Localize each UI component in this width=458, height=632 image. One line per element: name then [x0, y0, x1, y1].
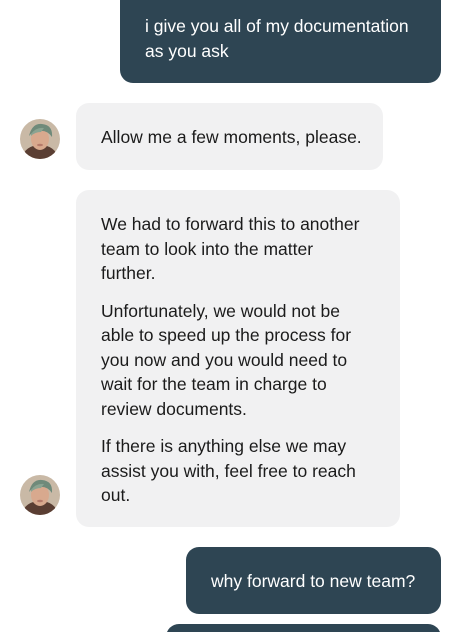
user-message-bubble-partial: [166, 624, 441, 632]
message-text: i give you all of my documentation as yo…: [145, 16, 409, 61]
user-message-bubble: why forward to new team?: [186, 547, 441, 614]
message-text: why forward to new team?: [211, 571, 416, 591]
message-text: Allow me a few moments, please.: [101, 127, 362, 147]
chat-transcript: i give you all of my documentation as yo…: [0, 0, 458, 632]
agent-avatar-icon: [20, 119, 60, 159]
message-paragraph: Unfortunately, we would not be able to s…: [101, 300, 352, 419]
agent-message-bubble: Allow me a few moments, please.: [76, 103, 383, 170]
message-paragraph: If there is anything else we may assist …: [101, 436, 356, 505]
agent-avatar-icon: [20, 475, 60, 515]
agent-avatar: [20, 119, 60, 159]
user-message-bubble: i give you all of my documentation as yo…: [120, 0, 441, 83]
agent-message-bubble: We had to forward this to another team t…: [76, 190, 400, 527]
message-paragraph: We had to forward this to another team t…: [101, 214, 360, 283]
agent-avatar: [20, 475, 60, 515]
